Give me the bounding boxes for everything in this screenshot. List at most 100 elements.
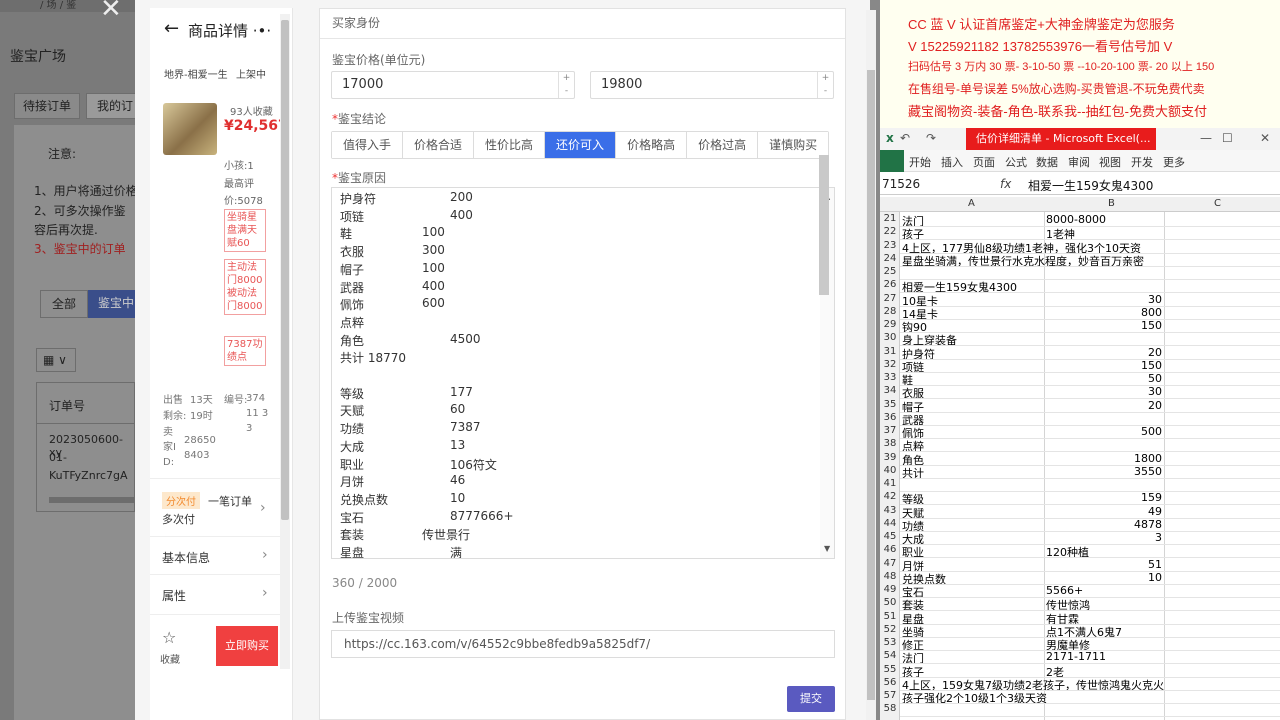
video-url-input[interactable]: https://cc.163.com/v/64552c9bbe8fedb9a58… [331,630,835,658]
maximize-icon[interactable]: ☐ [1222,131,1233,145]
cell-b[interactable]: 20 [1148,399,1162,412]
row-number[interactable]: 49 [882,584,898,595]
filter-in-progress-button[interactable]: 鉴宝中 [88,290,135,318]
reason-textarea[interactable]: 护身符 200 项链 400 鞋 100 衣服 300 帽子 100 武器 400 佩饰 600 点粹 角色 4… [331,187,835,559]
undo-icon[interactable]: ↶ [900,131,910,145]
row-number[interactable]: 35 [882,399,898,410]
file-tab[interactable] [880,150,904,172]
row-number[interactable]: 22 [882,226,898,237]
row-number[interactable]: 34 [882,385,898,396]
row-number[interactable]: 39 [882,452,898,463]
column-a[interactable]: A [968,198,975,209]
tab-my-orders[interactable]: 我的订 [86,93,136,119]
cell-b[interactable]: 159 [1141,491,1162,504]
ribbon-tab[interactable]: 插入 [941,154,963,170]
cell-b[interactable]: 150 [1141,319,1162,332]
filter-all-button[interactable]: 全部 [40,290,88,318]
order-id[interactable]: KuTFyZnrc7gA [49,469,128,482]
fx-icon[interactable]: fx [1000,177,1011,191]
row-number[interactable]: 56 [882,677,898,688]
row-number[interactable]: 27 [882,293,898,304]
tab-pending-orders[interactable]: 待接订单 [14,93,80,119]
row-number[interactable]: 41 [882,478,898,489]
row-number[interactable]: 37 [882,425,898,436]
cell-b[interactable]: 800 [1141,306,1162,319]
row-number[interactable]: 52 [882,624,898,635]
form-scroll-thumb[interactable] [867,70,875,700]
row-number[interactable]: 45 [882,531,898,542]
cell-b[interactable]: 2171-1711 [1046,650,1106,663]
row-number[interactable]: 36 [882,412,898,423]
cell-b[interactable]: 51 [1148,558,1162,571]
row-number[interactable]: 43 [882,505,898,516]
conclusion-option[interactable]: 性价比高 [474,132,546,158]
row-number[interactable]: 57 [882,690,898,701]
row-number[interactable]: 55 [882,664,898,675]
ribbon-tab[interactable]: 视图 [1099,154,1121,170]
cell-b[interactable]: 5566+ [1046,584,1083,597]
cell-b[interactable]: 50 [1148,372,1162,385]
row-number[interactable]: 26 [882,279,898,290]
ribbon-tab[interactable]: 开始 [909,154,931,170]
row-number[interactable]: 42 [882,491,898,502]
buy-now-button[interactable]: 立即购买 [216,626,278,666]
row-number[interactable]: 25 [882,266,898,277]
price-low-input[interactable]: 17000 + - [331,71,575,99]
minimize-icon[interactable]: — [1200,131,1212,145]
star-icon[interactable]: ☆ [162,628,176,647]
ribbon-tab[interactable]: 数据 [1036,154,1058,170]
row-number[interactable]: 29 [882,319,898,330]
price-low-stepper[interactable]: + - [558,72,574,98]
row-number[interactable]: 50 [882,597,898,608]
horizontal-scrollbar[interactable] [49,497,134,503]
row-number[interactable]: 53 [882,637,898,648]
cell-b[interactable]: 8000-8000 [1046,213,1106,226]
back-arrow-icon[interactable]: ← [164,18,179,39]
conclusion-option[interactable]: 价格合适 [403,132,475,158]
cell-b[interactable]: 3 [1155,531,1162,544]
collect-label[interactable]: 收藏 [160,651,180,666]
row-number[interactable]: 30 [882,332,898,343]
row-number[interactable]: 58 [882,703,898,714]
column-c[interactable]: C [1214,198,1221,209]
row-number[interactable]: 46 [882,544,898,555]
attributes-item[interactable]: 属性 [162,587,186,604]
cell-b[interactable]: 3550 [1134,465,1162,478]
column-b[interactable]: B [1108,198,1115,209]
conclusion-option-active[interactable]: 还价可入 [545,132,617,158]
row-number[interactable]: 28 [882,306,898,317]
row-number[interactable]: 24 [882,253,898,264]
conclusion-option[interactable]: 价格略高 [616,132,688,158]
cell-b[interactable]: 30 [1148,385,1162,398]
cell-b[interactable]: 30 [1148,293,1162,306]
row-number[interactable]: 31 [882,346,898,357]
conclusion-option[interactable]: 价格过高 [687,132,759,158]
chevron-right-icon[interactable]: › [262,585,268,601]
row-number[interactable]: 44 [882,518,898,529]
redo-icon[interactable]: ↷ [926,131,936,145]
basic-info-item[interactable]: 基本信息 [162,549,210,566]
row-number[interactable]: 40 [882,465,898,476]
reason-scroll-thumb[interactable] [819,155,829,295]
row-number[interactable]: 23 [882,240,898,251]
cell-b[interactable]: 4878 [1134,518,1162,531]
cell-b[interactable]: 20 [1148,346,1162,359]
row-number[interactable]: 32 [882,359,898,370]
cell-b[interactable]: 1800 [1134,452,1162,465]
character-avatar[interactable] [163,103,217,155]
row-number[interactable]: 48 [882,571,898,582]
cell-b[interactable]: 10 [1148,571,1162,584]
scroll-down-icon[interactable]: ▼ [824,544,830,553]
window-close-icon[interactable]: ✕ [1260,131,1270,145]
product-scroll-thumb[interactable] [281,20,289,520]
cell-b[interactable]: 49 [1148,505,1162,518]
ribbon-tab[interactable]: 开发 [1131,154,1153,170]
submit-button[interactable]: 提交 [787,686,835,712]
grid-view-button[interactable]: ▦ ∨ [36,348,76,372]
chevron-right-icon[interactable]: › [260,500,266,516]
conclusion-option[interactable]: 值得入手 [332,132,404,158]
conclusion-option[interactable]: 谨慎购买 [758,132,829,158]
cell-b[interactable]: 150 [1141,359,1162,372]
ribbon-tab[interactable]: 页面 [973,154,995,170]
row-number[interactable]: 21 [882,213,898,224]
